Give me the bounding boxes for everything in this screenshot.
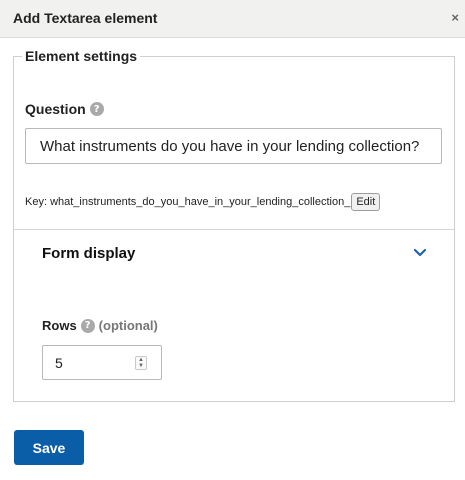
help-icon[interactable]: ? <box>89 102 104 116</box>
rows-label: Rows ? (optional) <box>42 318 158 333</box>
element-settings-legend: Element settings <box>25 48 138 64</box>
form-display-title[interactable]: Form display <box>42 245 135 262</box>
question-label: Question ? <box>25 101 104 117</box>
machine-key: Key: what_instruments_do_you_have_in_you… <box>25 193 381 211</box>
edit-key-button[interactable]: Edit <box>351 193 381 211</box>
dialog-header: Add Textarea element × <box>0 0 465 38</box>
machine-key-text: Key: what_instruments_do_you_have_in_you… <box>25 196 351 208</box>
save-button[interactable]: Save <box>14 430 84 465</box>
question-input[interactable] <box>25 128 442 164</box>
question-label-text: Question <box>25 101 86 117</box>
help-icon[interactable]: ? <box>80 318 95 333</box>
chevron-down-icon[interactable] <box>413 248 427 258</box>
optional-label: (optional) <box>98 318 158 333</box>
rows-label-text: Rows <box>42 318 77 333</box>
spinner-down-icon[interactable]: ▼ <box>138 363 144 369</box>
dialog-title: Add Textarea element <box>13 10 158 26</box>
rows-number-input[interactable]: 5 ▲ ▼ <box>42 345 162 380</box>
section-divider <box>14 229 454 230</box>
spinner-icon[interactable]: ▲ ▼ <box>135 356 147 370</box>
close-icon[interactable]: × <box>451 11 459 25</box>
rows-value[interactable]: 5 <box>55 355 63 371</box>
